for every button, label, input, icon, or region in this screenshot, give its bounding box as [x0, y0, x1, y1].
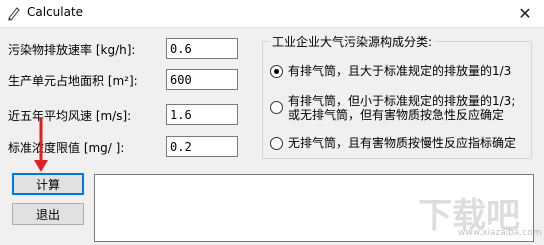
title-bar: Calculate ✕	[0, 0, 544, 27]
radio-option-2-label-line1[interactable]: 有排气筒，但小于标准规定的排放量的1/3;	[288, 94, 515, 108]
standard-limit-input[interactable]	[166, 136, 238, 157]
emission-rate-label: 污染物排放速率 [kg/h]:	[8, 43, 136, 57]
radio-option-2[interactable]	[270, 101, 283, 114]
emission-rate-input[interactable]	[166, 38, 238, 59]
source-classification-group: 工业企业大气污染源构成分类: 有排气筒，且大于标准规定的排放量的1/3 有排气筒…	[262, 33, 532, 159]
wind-speed-label: 近五年平均风速 [m/s]:	[8, 109, 132, 123]
watermark-url: www.xiazaiba.com	[458, 228, 542, 238]
radio-option-2-label-line2[interactable]: 或无排气筒，但有害物质按急性反应确定	[288, 108, 504, 122]
radio-option-1[interactable]	[270, 65, 283, 78]
area-input[interactable]	[166, 69, 238, 90]
area-label: 生产单元占地面积 [m²]:	[8, 74, 138, 88]
standard-limit-label: 标准浓度限值 [mg/ ]:	[8, 141, 125, 155]
pencil-icon	[8, 7, 20, 21]
close-icon: ✕	[518, 4, 532, 23]
group-title: 工业企业大气污染源构成分类:	[269, 33, 436, 50]
radio-option-3[interactable]	[270, 137, 283, 150]
window-title: Calculate	[27, 5, 84, 19]
close-button[interactable]: ✕	[506, 0, 544, 27]
radio-option-1-label[interactable]: 有排气筒，且大于标准规定的排放量的1/3	[288, 64, 511, 78]
wind-speed-input[interactable]	[166, 104, 238, 125]
radio-option-3-label[interactable]: 无排气筒，且有害物质按慢性反应指标确定	[288, 136, 516, 150]
exit-button[interactable]: 退出	[12, 203, 84, 225]
calculate-button[interactable]: 计算	[12, 173, 84, 195]
